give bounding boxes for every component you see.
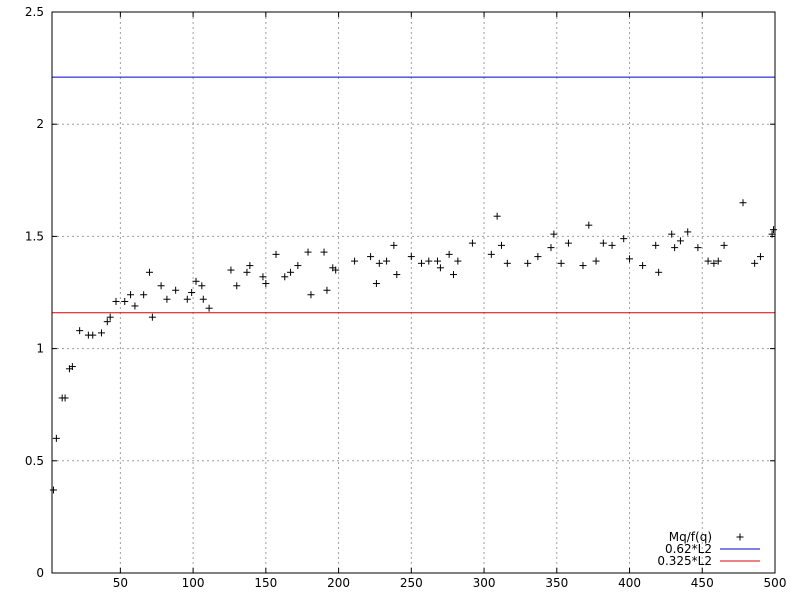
chart: 50 100 150 200 250 300 350 400 450 500 0 0.5 1 1.5 2 2.… xyxy=(0,0,800,600)
x-tick-label: 150 xyxy=(254,576,277,590)
y-tick-label: 0 xyxy=(36,566,44,580)
y-tick-label: 1 xyxy=(36,342,44,356)
x-tick-label: 250 xyxy=(400,576,423,590)
y-tick-label: 2.5 xyxy=(25,5,44,19)
x-tick-label: 450 xyxy=(691,576,714,590)
x-tick-label: 350 xyxy=(545,576,568,590)
chart-svg: 50 100 150 200 250 300 350 400 450 500 0 0.5 1 1.5 2 2.… xyxy=(0,0,800,600)
legend-label: 0.325*L2 xyxy=(657,554,712,568)
x-tick-label: 200 xyxy=(327,576,350,590)
x-tick-label: 300 xyxy=(473,576,496,590)
x-tick-label: 400 xyxy=(618,576,641,590)
x-tick-label: 100 xyxy=(182,576,205,590)
y-tick-label: 2 xyxy=(36,117,44,131)
x-tick-label: 50 xyxy=(113,576,128,590)
y-tick-label: 0.5 xyxy=(25,454,44,468)
x-tick-label: 500 xyxy=(764,576,787,590)
y-tick-label: 1.5 xyxy=(25,229,44,243)
